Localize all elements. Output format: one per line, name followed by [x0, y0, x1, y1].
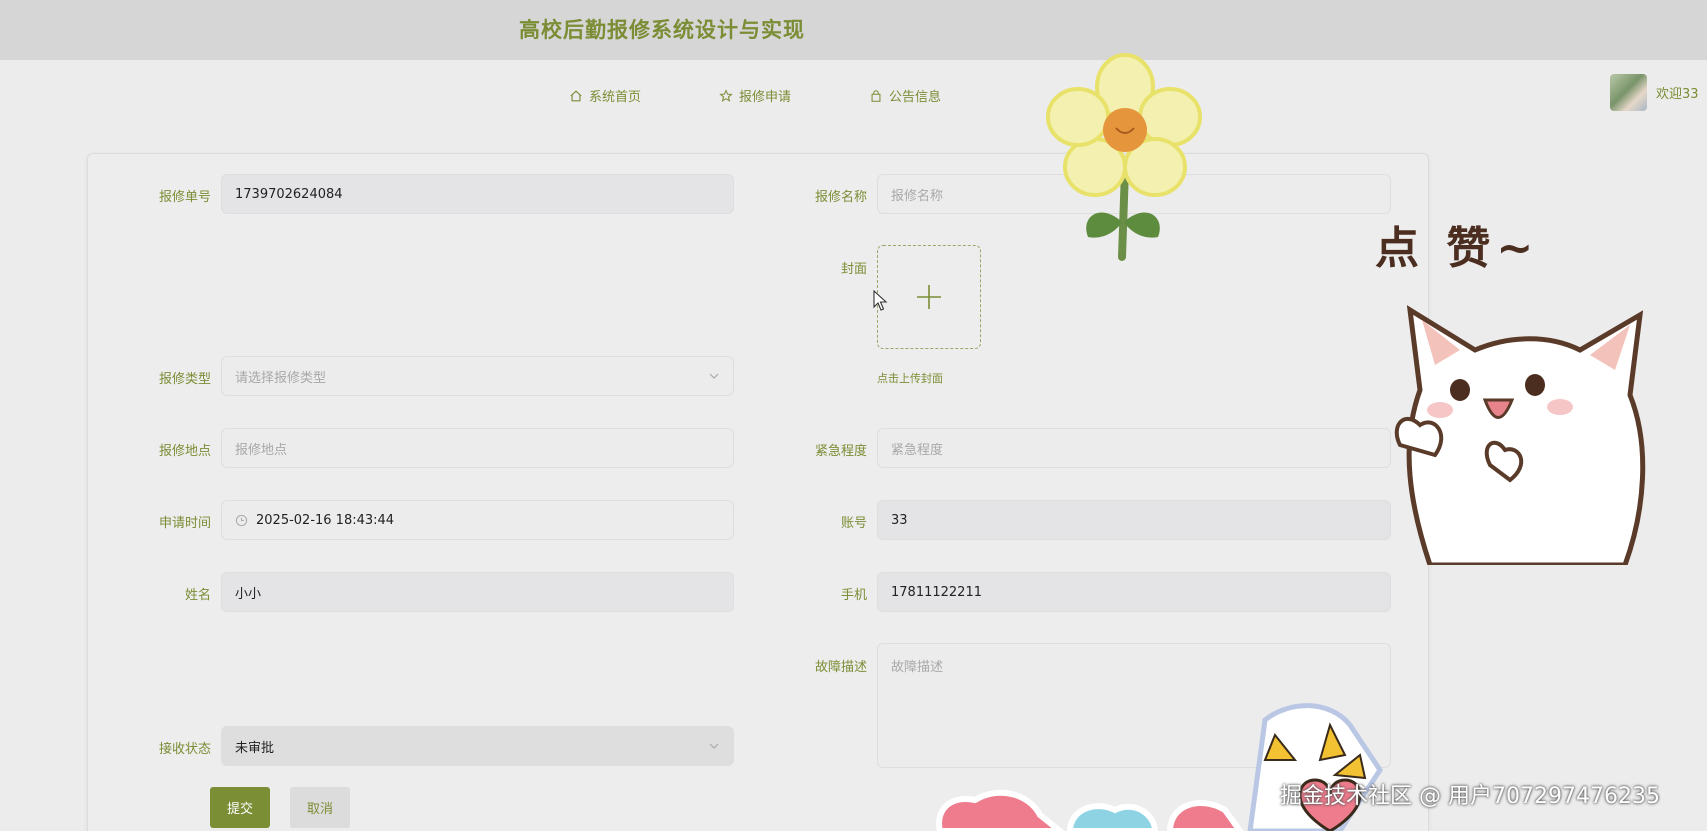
location-placeholder: 报修地点 — [235, 442, 288, 458]
nav-item-label: 系统首页 — [589, 90, 642, 105]
apply-time-label: 申请时间 — [158, 516, 211, 531]
nav-item-home[interactable]: 系统首页 — [569, 86, 641, 105]
watermark-text: 掘金技术社区 @ 用户707297476235 — [1280, 784, 1660, 809]
avatar[interactable] — [1610, 74, 1647, 111]
receive-status-select[interactable]: 未审批 — [221, 726, 734, 766]
main-nav: 系统首页 报修申请 公告信息 — [0, 86, 1707, 110]
star-icon — [719, 88, 733, 102]
repair-no-label: 报修单号 — [158, 190, 211, 205]
nav-item-repair-apply[interactable]: 报修申请 — [719, 86, 791, 105]
user-menu[interactable]: 欢迎33 — [1610, 74, 1699, 111]
nav-item-label: 公告信息 — [889, 90, 942, 105]
name-field[interactable]: 小小 — [221, 572, 734, 612]
phone-value: 17811122211 — [891, 584, 982, 600]
repair-no-value: 1739702624084 — [235, 186, 343, 202]
cover-label: 封面 — [840, 262, 867, 277]
repair-name-placeholder: 报修名称 — [891, 188, 944, 204]
cover-upload[interactable] — [877, 245, 981, 349]
flower-sticker-icon — [1046, 53, 1202, 261]
submit-button[interactable]: 提交 — [210, 787, 270, 828]
repair-no-field[interactable]: 1739702624084 — [221, 174, 734, 214]
location-input[interactable]: 报修地点 — [221, 428, 734, 468]
nav-item-notice[interactable]: 公告信息 — [869, 86, 941, 105]
bag-icon — [871, 89, 881, 102]
nav-item-label: 报修申请 — [739, 90, 792, 105]
repair-type-placeholder: 请选择报修类型 — [235, 370, 327, 386]
chevron-down-icon — [709, 743, 719, 749]
urgency-label: 紧急程度 — [814, 444, 867, 459]
follow-sticker-icon — [936, 703, 1383, 831]
repair-name-label: 报修名称 — [814, 190, 867, 205]
description-label: 故障描述 — [814, 660, 867, 675]
home-icon — [570, 89, 582, 101]
urgency-placeholder: 紧急程度 — [891, 442, 944, 458]
account-field[interactable]: 33 — [877, 500, 1391, 540]
urgency-input[interactable]: 紧急程度 — [877, 428, 1391, 468]
account-label: 账号 — [840, 516, 867, 531]
description-placeholder: 故障描述 — [891, 660, 944, 675]
chevron-down-icon — [709, 373, 719, 379]
top-bar: 高校后勤报修系统设计与实现 — [0, 0, 1707, 60]
phone-field[interactable]: 17811122211 — [877, 572, 1391, 612]
welcome-text: 欢迎33 — [1656, 87, 1699, 102]
cancel-button[interactable]: 取消 — [290, 787, 350, 828]
name-value: 小小 — [235, 586, 262, 602]
apply-time-value: 2025-02-16 18:43:44 — [256, 512, 395, 528]
receive-status-label: 接收状态 — [158, 742, 211, 757]
site-title: 高校后勤报修系统设计与实现 — [519, 18, 805, 42]
repair-type-label: 报修类型 — [158, 372, 211, 387]
account-value: 33 — [891, 512, 908, 528]
cat-sticker-icon — [1394, 305, 1646, 565]
plus-icon — [917, 285, 941, 309]
clock-icon — [235, 514, 248, 526]
phone-label: 手机 — [840, 588, 867, 603]
repair-type-select[interactable]: 请选择报修类型 — [221, 356, 734, 396]
like-sticker-text: 点 赞~ — [1375, 223, 1540, 274]
mouse-cursor-icon — [873, 290, 888, 311]
receive-status-value: 未审批 — [235, 740, 275, 756]
cover-upload-hint: 点击上传封面 — [877, 372, 943, 385]
location-label: 报修地点 — [158, 444, 211, 459]
apply-time-picker[interactable]: 2025-02-16 18:43:44 — [221, 500, 734, 540]
name-label: 姓名 — [184, 588, 211, 603]
